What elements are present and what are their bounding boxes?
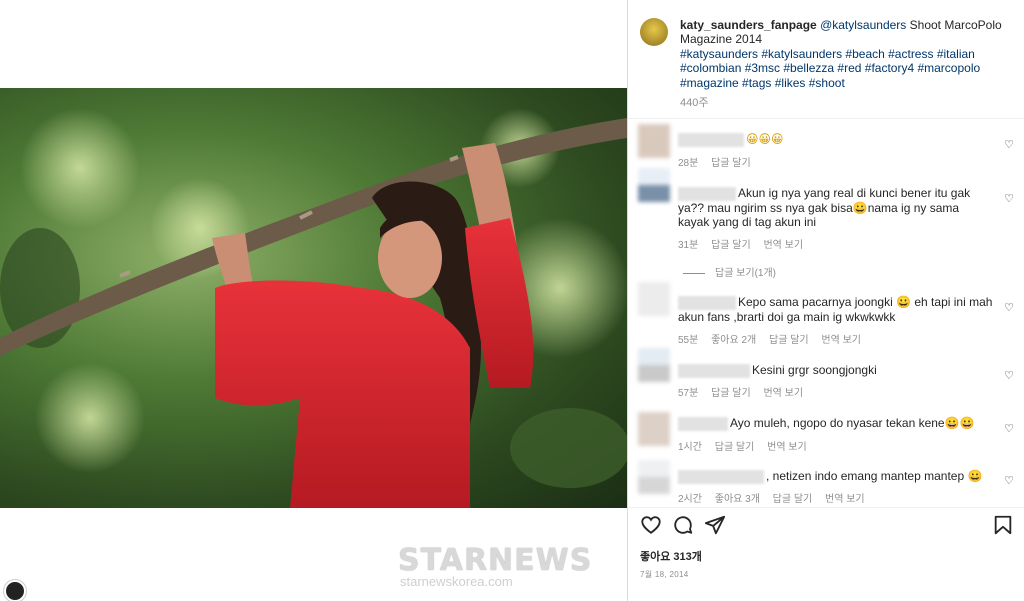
- caption-hashtags[interactable]: #katysaunders #katylsaunders #beach #act…: [680, 47, 1010, 90]
- comments-separator: [628, 118, 1024, 119]
- comment-meta: 55분 좋아요 2개 답글 달기 번역 보기: [678, 331, 871, 346]
- comment-text-row: Ayo muleh, ngopo do nyasar tekan kene😀😀: [678, 416, 993, 431]
- watermark-logo: STARNEWS: [398, 543, 593, 578]
- view-replies-label[interactable]: 답글 보기(1개): [715, 268, 776, 279]
- comment-meta: 1시간 답글 달기 번역 보기: [678, 438, 817, 453]
- reply-button[interactable]: 답글 달기: [711, 158, 751, 169]
- post-photo[interactable]: [0, 88, 627, 508]
- send-icon[interactable]: [704, 514, 726, 536]
- comment-like-heart-icon[interactable]: ♡: [1004, 474, 1014, 487]
- comment-like-heart-icon[interactable]: ♡: [1004, 301, 1014, 314]
- translate-button[interactable]: 번역 보기: [821, 335, 861, 346]
- comment-text-row: Kesini grgr soongjongki: [678, 363, 993, 378]
- comment-time: 2시간: [678, 494, 702, 505]
- comment-text: 😀😀😀: [746, 132, 784, 146]
- caption-body: katy_saunders_fanpage @katylsaunders Sho…: [680, 18, 1010, 110]
- photo-pane: STARNEWS starnewskorea.com: [0, 0, 627, 601]
- post-like-count[interactable]: 좋아요 313개: [640, 548, 702, 564]
- comment-text-row: Akun ig nya yang real di kunci bener itu…: [678, 186, 993, 230]
- comment-time: 57분: [678, 388, 699, 399]
- translate-button[interactable]: 번역 보기: [763, 240, 803, 251]
- comment-text-row: , netizen indo emang mantep mantep 😀: [678, 469, 993, 484]
- translate-button[interactable]: 번역 보기: [825, 494, 865, 505]
- commenter-avatar[interactable]: [638, 282, 670, 316]
- comment-time: 55분: [678, 335, 699, 346]
- translate-button[interactable]: 번역 보기: [767, 442, 807, 453]
- replies-line: [683, 272, 705, 274]
- post-actions-bar: [640, 514, 1016, 538]
- comment-text: Kesini grgr soongjongki: [752, 363, 877, 377]
- viewer-avatar[interactable]: [4, 580, 26, 601]
- photo-illustration: [0, 108, 627, 508]
- commenter-avatar[interactable]: [638, 168, 670, 202]
- translate-button[interactable]: 번역 보기: [763, 388, 803, 399]
- comment-like-heart-icon[interactable]: ♡: [1004, 422, 1014, 435]
- redacted-username: [678, 363, 750, 378]
- comment-meta: 31분 답글 달기 번역 보기: [678, 236, 813, 251]
- reply-button[interactable]: 답글 달기: [711, 240, 751, 251]
- actions-separator: [628, 507, 1024, 508]
- redacted-username: [678, 132, 744, 147]
- comment-like-count[interactable]: 좋아요 3개: [715, 494, 760, 505]
- commenter-avatar[interactable]: [638, 412, 670, 446]
- comment-like-count[interactable]: 좋아요 2개: [711, 335, 756, 346]
- post-date: 7월 18, 2014: [640, 570, 689, 579]
- reply-button[interactable]: 답글 달기: [773, 494, 813, 505]
- caption-time: 440주: [680, 97, 709, 110]
- comment-text-row: 😀😀😀: [678, 132, 993, 147]
- comment-like-heart-icon[interactable]: ♡: [1004, 138, 1014, 151]
- starnews-watermark: STARNEWS starnewskorea.com: [398, 543, 592, 589]
- comment-like-heart-icon[interactable]: ♡: [1004, 192, 1014, 205]
- redacted-username: [678, 186, 736, 201]
- comment-time: 31분: [678, 240, 699, 251]
- comment-like-heart-icon[interactable]: ♡: [1004, 369, 1014, 382]
- comment-icon[interactable]: [672, 514, 694, 536]
- reply-button[interactable]: 답글 달기: [769, 335, 809, 346]
- post-caption: katy_saunders_fanpage @katylsaunders Sho…: [640, 18, 1010, 110]
- redacted-username: [678, 416, 728, 431]
- author-username[interactable]: katy_saunders_fanpage: [680, 18, 817, 32]
- view-replies-button[interactable]: 답글 보기(1개): [683, 264, 776, 279]
- commenter-avatar[interactable]: [638, 348, 670, 382]
- author-avatar[interactable]: [640, 18, 668, 46]
- comment-meta: 2시간 좋아요 3개 답글 달기 번역 보기: [678, 490, 875, 505]
- commenter-avatar[interactable]: [638, 460, 670, 494]
- reply-button[interactable]: 답글 달기: [715, 442, 755, 453]
- comment-meta: 28분 답글 달기: [678, 154, 761, 169]
- reply-button[interactable]: 답글 달기: [711, 388, 751, 399]
- comment-meta: 57분 답글 달기 번역 보기: [678, 384, 813, 399]
- comment-time: 1시간: [678, 442, 702, 453]
- redacted-username: [678, 469, 764, 484]
- instagram-post-view: STARNEWS starnewskorea.com katy_saunders…: [0, 0, 1024, 601]
- comment-time: 28분: [678, 158, 699, 169]
- caption-mention[interactable]: @katylsaunders: [820, 18, 906, 32]
- post-sidebar: katy_saunders_fanpage @katylsaunders Sho…: [628, 0, 1024, 601]
- bookmark-icon[interactable]: [992, 514, 1014, 536]
- commenter-avatar[interactable]: [638, 124, 670, 158]
- comment-text: Ayo muleh, ngopo do nyasar tekan kene😀😀: [730, 416, 975, 430]
- comment-text-row: Kepo sama pacarnya joongki 😀 eh tapi ini…: [678, 295, 993, 324]
- heart-icon[interactable]: [640, 514, 662, 536]
- comment-text: , netizen indo emang mantep mantep 😀: [766, 469, 983, 483]
- redacted-username: [678, 295, 736, 310]
